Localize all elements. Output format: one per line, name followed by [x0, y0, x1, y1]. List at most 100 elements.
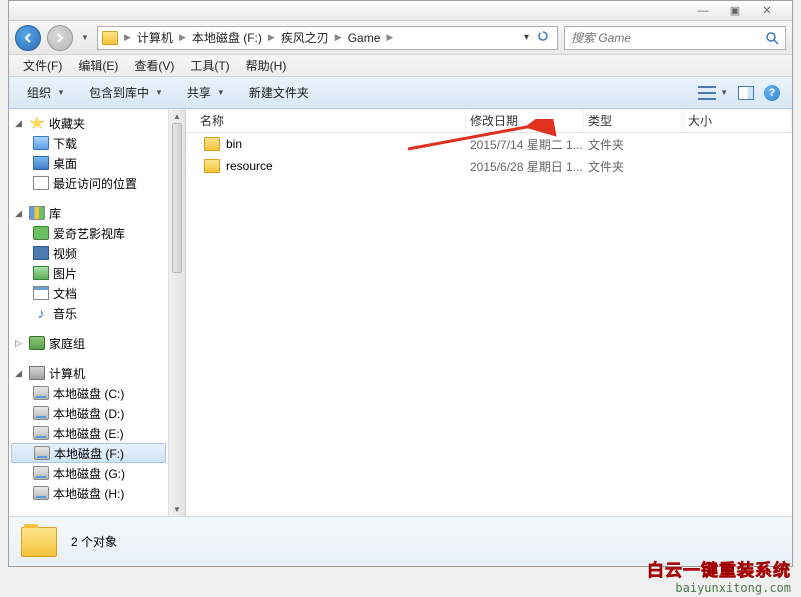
col-type[interactable]: 类型 [584, 109, 684, 132]
tree-label: 最近访问的位置 [53, 175, 137, 192]
chevron-right-icon: ▶ [124, 32, 131, 43]
organize-button[interactable]: 组织▼ [17, 80, 75, 105]
folder-icon [33, 136, 49, 150]
tree-desktop[interactable]: 桌面 [9, 153, 168, 173]
search-icon [765, 31, 779, 45]
menu-file[interactable]: 文件(F) [15, 57, 70, 74]
expand-icon: ◢ [15, 118, 25, 129]
tree-favorites[interactable]: ◢收藏夹 [9, 113, 168, 133]
tree-computer[interactable]: ◢计算机 [9, 363, 168, 383]
nav-history-dropdown[interactable]: ▼ [79, 28, 91, 48]
titlebar: — ▣ ✕ [9, 1, 792, 21]
list-view-icon [698, 86, 716, 100]
tree-label: 本地磁盘 (H:) [53, 485, 124, 502]
chevron-right-icon: ▶ [386, 32, 393, 43]
maximize-button[interactable]: ▣ [728, 4, 742, 18]
tree-label: 库 [49, 205, 61, 222]
file-row[interactable]: resource 2015/6/28 星期日 1... 文件夹 [186, 155, 792, 177]
tree-recent[interactable]: 最近访问的位置 [9, 173, 168, 193]
file-type: 文件夹 [584, 136, 684, 153]
tree-label: 桌面 [53, 155, 77, 172]
computer-icon [29, 366, 45, 380]
search-input[interactable] [571, 31, 765, 45]
status-text: 2 个对象 [71, 533, 117, 550]
tree-label: 视频 [53, 245, 77, 262]
close-button[interactable]: ✕ [760, 4, 774, 18]
tree-libraries[interactable]: ◢库 [9, 203, 168, 223]
forward-button[interactable] [47, 25, 73, 51]
expand-icon: ◢ [15, 368, 25, 379]
minimize-button[interactable]: — [696, 4, 710, 18]
tree-lib-video[interactable]: 视频 [9, 243, 168, 263]
tree-drive-g[interactable]: 本地磁盘 (G:) [9, 463, 168, 483]
refresh-button[interactable] [537, 30, 549, 45]
explorer-window: — ▣ ✕ ▼ ▶ 计算机 ▶ 本地磁盘 (F:) ▶ 疾风之刃 ▶ Game … [8, 0, 793, 567]
col-date[interactable]: 修改日期 [466, 109, 584, 132]
folder-icon [204, 137, 220, 151]
preview-pane-button[interactable] [738, 86, 754, 100]
address-dropdown[interactable]: ▾ [524, 32, 529, 43]
folder-icon [102, 31, 118, 45]
video-icon [33, 246, 49, 260]
tree-drive-f[interactable]: 本地磁盘 (F:) [11, 443, 166, 463]
collapse-icon: ▷ [15, 338, 25, 349]
toolbar: 组织▼ 包含到库中▼ 共享▼ 新建文件夹 ▼ ? [9, 77, 792, 109]
breadcrumb[interactable]: 疾风之刃 [277, 29, 333, 46]
drive-icon [34, 446, 50, 460]
file-name: resource [226, 159, 273, 173]
chevron-down-icon: ▼ [57, 88, 65, 97]
homegroup-icon [29, 336, 45, 350]
tree-lib-iqiyi[interactable]: 爱奇艺影视库 [9, 223, 168, 243]
tree-drive-d[interactable]: 本地磁盘 (D:) [9, 403, 168, 423]
file-list: 名称 修改日期 类型 大小 bin 2015/7/14 星期二 1... 文件夹… [186, 109, 792, 516]
drive-icon [33, 486, 49, 500]
tree-drive-h[interactable]: 本地磁盘 (H:) [9, 483, 168, 503]
tree-lib-documents[interactable]: 文档 [9, 283, 168, 303]
recent-icon [33, 176, 49, 190]
new-folder-button[interactable]: 新建文件夹 [239, 80, 319, 105]
documents-icon [33, 286, 49, 300]
drive-icon [33, 426, 49, 440]
address-bar[interactable]: ▶ 计算机 ▶ 本地磁盘 (F:) ▶ 疾风之刃 ▶ Game ▶ ▾ [97, 26, 558, 50]
scroll-down-icon[interactable]: ▼ [169, 502, 185, 516]
chevron-down-icon: ▼ [155, 88, 163, 97]
tree-lib-pictures[interactable]: 图片 [9, 263, 168, 283]
help-button[interactable]: ? [764, 85, 780, 101]
share-button[interactable]: 共享▼ [177, 80, 235, 105]
column-headers: 名称 修改日期 类型 大小 [186, 109, 792, 133]
chevron-down-icon: ▼ [720, 88, 728, 97]
tree-label: 文档 [53, 285, 77, 302]
file-row[interactable]: bin 2015/7/14 星期二 1... 文件夹 [186, 133, 792, 155]
breadcrumb[interactable]: 计算机 [133, 29, 177, 46]
tree-label: 本地磁盘 (F:) [54, 445, 124, 462]
tree-lib-music[interactable]: ♪音乐 [9, 303, 168, 323]
app-icon [33, 226, 49, 240]
tree-drive-c[interactable]: 本地磁盘 (C:) [9, 383, 168, 403]
col-name[interactable]: 名称 [196, 109, 466, 132]
breadcrumb[interactable]: Game [344, 31, 385, 45]
scroll-thumb[interactable] [172, 123, 182, 273]
watermark: 白云一键重装系统 baiyunxitong.com [647, 556, 791, 595]
sidebar-scrollbar[interactable]: ▲ ▼ [169, 109, 186, 516]
menu-edit[interactable]: 编辑(E) [70, 57, 126, 74]
col-size[interactable]: 大小 [684, 109, 792, 132]
view-mode-button[interactable]: ▼ [698, 86, 728, 100]
back-button[interactable] [15, 25, 41, 51]
chevron-right-icon: ▶ [179, 32, 186, 43]
tree-label: 本地磁盘 (E:) [53, 425, 124, 442]
tree-homegroup[interactable]: ▷家庭组 [9, 333, 168, 353]
menu-view[interactable]: 查看(V) [126, 57, 182, 74]
breadcrumb[interactable]: 本地磁盘 (F:) [188, 29, 266, 46]
tree-label: 本地磁盘 (C:) [53, 385, 124, 402]
tree-drive-e[interactable]: 本地磁盘 (E:) [9, 423, 168, 443]
include-library-button[interactable]: 包含到库中▼ [79, 80, 173, 105]
scroll-up-icon[interactable]: ▲ [169, 109, 185, 123]
navbar: ▼ ▶ 计算机 ▶ 本地磁盘 (F:) ▶ 疾风之刃 ▶ Game ▶ ▾ [9, 21, 792, 55]
folder-icon [204, 159, 220, 173]
tree-label: 爱奇艺影视库 [53, 225, 125, 242]
search-box[interactable] [564, 26, 786, 50]
chevron-down-icon: ▼ [217, 88, 225, 97]
menu-help[interactable]: 帮助(H) [238, 57, 295, 74]
tree-downloads[interactable]: 下载 [9, 133, 168, 153]
menu-tools[interactable]: 工具(T) [182, 57, 237, 74]
